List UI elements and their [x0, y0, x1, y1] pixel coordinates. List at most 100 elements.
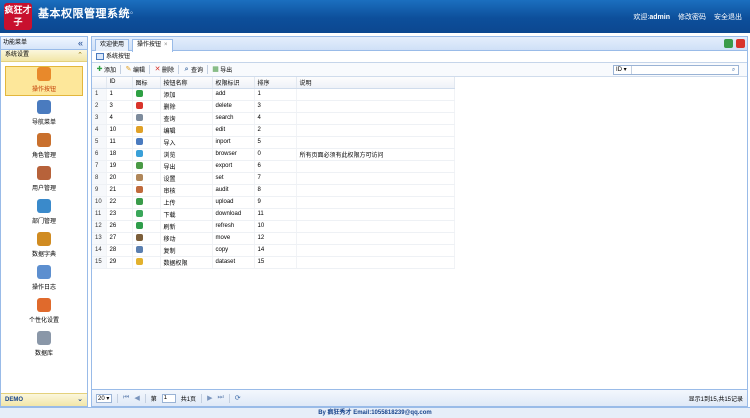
sidebar-item[interactable]: 操作按钮 — [1, 64, 87, 97]
table-row[interactable]: 7 19 导出 export 6 — [92, 160, 455, 173]
cell-icon — [132, 148, 161, 161]
sidebar-item[interactable]: 用户管理 — [1, 163, 87, 196]
cell-note — [296, 100, 455, 113]
sidebar-item-label: 数据字典 — [31, 252, 56, 258]
change-password-link[interactable]: 修改密码 — [678, 12, 706, 22]
cell-sort: 11 — [254, 208, 297, 221]
pager: 20 ▾ ⏮ ◀ 第 共1页 ▶ ⏭ ⟳ 显示1到15,共15记录 — [92, 389, 747, 406]
delete-icon: ✕ — [154, 66, 161, 73]
column-header-id[interactable]: ID — [106, 77, 133, 89]
username: admin — [649, 14, 670, 21]
cell-icon — [132, 208, 161, 221]
table-row[interactable]: 8 20 设置 set 7 — [92, 172, 455, 185]
cell-code: refresh — [212, 220, 255, 233]
sidebar-item[interactable]: 数据字典 — [1, 229, 87, 262]
next-page-icon[interactable]: ▶ — [207, 394, 212, 402]
collapse-sidebar-icon[interactable]: « — [78, 37, 83, 49]
delete-button[interactable]: ✕ 删除 — [154, 65, 174, 74]
cell-sort: 4 — [254, 112, 297, 125]
last-page-icon[interactable]: ⏭ — [217, 394, 223, 402]
divider — [120, 65, 122, 74]
grid-icon — [96, 53, 104, 60]
cell-code: add — [212, 88, 255, 101]
row-number: 2 — [92, 100, 107, 113]
table-row[interactable]: 1 1 添加 add 1 — [92, 88, 455, 101]
gear-icon — [37, 67, 51, 81]
sidebar-item[interactable]: 角色管理 — [1, 130, 87, 163]
table-row[interactable]: 13 27 移动 move 12 — [92, 232, 455, 245]
prev-page-icon[interactable]: ◀ — [134, 394, 139, 402]
tab-welcome[interactable]: 欢迎使用 — [95, 39, 130, 51]
user-bar: 欢迎:admin 修改密码 安全退出 — [633, 12, 742, 22]
row-number: 12 — [92, 220, 107, 233]
cell-name: 导入 — [160, 136, 213, 149]
search-field-select[interactable]: ID ▾ — [614, 66, 632, 74]
query-button[interactable]: ⌕ 查询 — [183, 65, 203, 74]
close-tab-icon[interactable]: × — [164, 42, 168, 48]
table-row[interactable]: 11 23 下载 download 11 — [92, 208, 455, 221]
cell-sort: 2 — [254, 124, 297, 137]
button-icon — [135, 210, 143, 218]
cell-name: 浏览 — [160, 148, 213, 161]
search-icon[interactable]: ⌕ — [729, 66, 738, 74]
add-button[interactable]: ✚ 添加 — [96, 65, 116, 74]
column-header-sort[interactable]: 排序 — [254, 77, 297, 89]
cell-icon — [132, 256, 161, 269]
cell-icon — [132, 160, 161, 173]
first-page-icon[interactable]: ⏮ — [123, 394, 129, 402]
export-button[interactable]: ▦ 导出 — [212, 65, 232, 74]
button-icon — [135, 234, 143, 242]
page-number-input[interactable] — [161, 393, 176, 403]
cell-name: 刷新 — [160, 220, 213, 233]
cell-id: 20 — [106, 172, 133, 185]
table-row[interactable]: 4 10 编辑 edit 2 — [92, 124, 455, 137]
sidebar-item[interactable]: 导航菜单 — [1, 97, 87, 130]
row-number: 5 — [92, 136, 107, 149]
sidebar-item[interactable]: 数据库 — [1, 328, 87, 361]
cell-name: 编辑 — [160, 124, 213, 137]
table-row[interactable]: 12 26 刷新 refresh 10 — [92, 220, 455, 233]
table-row[interactable]: 2 3 删除 delete 3 — [92, 100, 455, 113]
close-all-icon[interactable] — [736, 39, 745, 48]
cell-name: 导出 — [160, 160, 213, 173]
cell-sort: 6 — [254, 160, 297, 173]
page-size-select[interactable]: 20 ▾ — [96, 393, 112, 403]
cell-note — [296, 196, 455, 209]
column-header-icon[interactable]: 图标 — [132, 77, 161, 89]
column-header-code[interactable]: 权限标识 — [212, 77, 255, 89]
tab-label: 欢迎使用 — [100, 42, 125, 48]
refresh-tab-icon[interactable] — [724, 39, 733, 48]
search-input[interactable] — [632, 66, 729, 74]
tab-buttons[interactable]: 操作按钮 × — [132, 39, 173, 52]
table-row[interactable]: 6 18 浏览 browser 0 所有页面必须有此权限方可访问 — [92, 148, 455, 161]
sidebar-item[interactable]: 部门管理 — [1, 196, 87, 229]
cell-code: browser — [212, 148, 255, 161]
cell-note — [296, 220, 455, 233]
table-row[interactable]: 15 29 数据权限 dataset 15 — [92, 256, 455, 269]
cell-note: 所有页面必须有此权限方可访问 — [296, 148, 455, 161]
cell-id: 4 — [106, 112, 133, 125]
column-header-note[interactable]: 说明 — [296, 77, 455, 89]
sidebar-group-demo[interactable]: DEMO ⌄ — [1, 393, 87, 406]
pencil-icon: ✎ — [125, 66, 132, 73]
edit-button[interactable]: ✎ 编辑 — [125, 65, 145, 74]
button-icon — [135, 102, 143, 110]
table-row[interactable]: 10 22 上传 upload 9 — [92, 196, 455, 209]
column-header-name[interactable]: 按钮名称 — [160, 77, 213, 89]
menu-icon — [37, 100, 51, 114]
button-icon — [135, 114, 143, 122]
table-row[interactable]: 5 11 导入 inport 5 — [92, 136, 455, 149]
sidebar-group-system[interactable]: 系统设置 ⌃ — [1, 50, 87, 62]
table-row[interactable]: 9 21 审核 audit 8 — [92, 184, 455, 197]
cell-id: 21 — [106, 184, 133, 197]
export-label: 导出 — [220, 68, 233, 74]
logout-link[interactable]: 安全退出 — [714, 12, 742, 22]
sidebar-item[interactable]: 个性化设置 — [1, 295, 87, 328]
sidebar-item[interactable]: 操作日志 — [1, 262, 87, 295]
search-icon: ⌕ — [184, 66, 189, 73]
cell-note — [296, 112, 455, 125]
button-icon — [135, 246, 143, 254]
refresh-icon[interactable]: ⟳ — [235, 394, 241, 402]
table-row[interactable]: 14 28 复制 copy 14 — [92, 244, 455, 257]
table-row[interactable]: 3 4 查询 search 4 — [92, 112, 455, 125]
